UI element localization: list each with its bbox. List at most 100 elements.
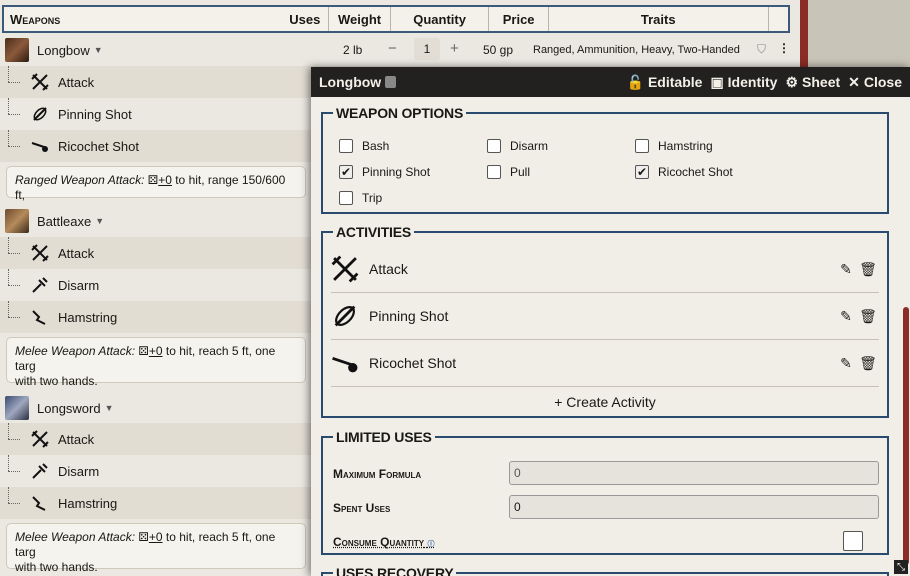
- ricochet-shot-icon: [332, 357, 358, 373]
- activity-item[interactable]: Attack ✎ 🗑: [331, 246, 879, 293]
- activity-name[interactable]: Ricochet Shot: [58, 139, 139, 154]
- editable-toggle[interactable]: 🔓 Editable: [627, 74, 703, 91]
- disarm-icon: [30, 461, 50, 481]
- activity-item[interactable]: Pinning Shot ✎ 🗑: [331, 293, 879, 340]
- consume-quantity-checkbox[interactable]: [843, 531, 863, 551]
- item-price: 50 gp: [483, 43, 514, 57]
- chevron-down-icon[interactable]: ▼: [105, 403, 114, 413]
- dice-icon[interactable]: ⚄: [148, 173, 158, 187]
- header-traits: Traits: [547, 7, 768, 31]
- option-label: Ricochet Shot: [658, 165, 733, 179]
- activity-name[interactable]: Hamstring: [58, 310, 117, 325]
- attack-bonus[interactable]: +0: [158, 173, 172, 187]
- dice-icon[interactable]: ⚄: [138, 344, 148, 358]
- dialog-scrollbar[interactable]: [903, 307, 909, 565]
- item-weight: 2 lb: [343, 43, 363, 57]
- pinning-shot-icon: [334, 305, 356, 327]
- chevron-down-icon[interactable]: ▼: [95, 216, 104, 226]
- identity-label: Identity: [727, 74, 778, 90]
- item-description: Ranged Weapon Attack: ⚄+0 to hit, range …: [6, 166, 306, 202]
- edit-icon[interactable]: ✎: [835, 308, 857, 325]
- option-pull[interactable]: Pull: [487, 165, 530, 179]
- item-name[interactable]: Longbow: [37, 43, 90, 58]
- quantity-decrease-button[interactable]: −: [388, 40, 397, 57]
- attack-details-line2: with two hands.: [15, 560, 98, 574]
- dialog-title: Longbow: [319, 74, 382, 90]
- activity-item[interactable]: Ricochet Shot ✎ 🗑: [331, 340, 879, 387]
- limited-uses-section: Limited Uses Maximum Formula 0 Spent Use…: [321, 429, 889, 555]
- max-formula-label: Maximum Formula: [333, 467, 422, 481]
- item-name[interactable]: Battleaxe: [37, 214, 91, 229]
- header-quantity: Quantity: [389, 7, 489, 31]
- consume-quantity-label: Consume Quantity ⓘ: [333, 535, 434, 549]
- edit-icon[interactable]: ✎: [835, 355, 857, 372]
- activity-name[interactable]: Pinning Shot: [58, 107, 132, 122]
- attack-type: Ranged Weapon Attack:: [15, 173, 145, 187]
- dialog-body: Weapon Options Bash Disarm Hamstring ✔ Pi…: [311, 97, 901, 576]
- activities-section: Activities Attack ✎ 🗑 Pinning Shot ✎ 🗑 R…: [321, 224, 889, 418]
- checkbox-checked[interactable]: ✔: [635, 165, 649, 179]
- dialog-titlebar[interactable]: Longbow 🔓 Editable ▣ Identity ⚙ Sheet ✕ Clos…: [311, 67, 910, 97]
- close-button[interactable]: ✕ Close: [848, 74, 902, 91]
- battleaxe-image[interactable]: [5, 209, 29, 233]
- max-formula-input[interactable]: 0: [509, 461, 879, 485]
- identity-button[interactable]: ▣ Identity: [710, 74, 777, 91]
- option-label: Disarm: [510, 139, 548, 153]
- gear-icon: ⚙: [785, 73, 799, 90]
- attack-bonus[interactable]: +0: [149, 530, 163, 544]
- activity-name[interactable]: Hamstring: [58, 496, 117, 511]
- attack-type: Melee Weapon Attack:: [15, 530, 136, 544]
- trash-icon[interactable]: 🗑: [857, 261, 879, 278]
- checkbox[interactable]: [487, 165, 501, 179]
- chevron-down-icon[interactable]: ▼: [94, 45, 103, 55]
- spent-uses-label: Spent Uses: [333, 501, 391, 515]
- trash-icon[interactable]: 🗑: [857, 355, 879, 372]
- help-icon[interactable]: ⓘ: [427, 538, 434, 549]
- option-label: Hamstring: [658, 139, 713, 153]
- checkbox-checked[interactable]: ✔: [339, 165, 353, 179]
- activity-name: Ricochet Shot: [369, 355, 457, 371]
- checkbox[interactable]: [487, 139, 501, 153]
- header-price: Price: [488, 7, 548, 31]
- dice-icon[interactable]: ⚄: [138, 530, 148, 544]
- activity-name[interactable]: Disarm: [58, 278, 99, 293]
- item-name[interactable]: Longsword: [37, 401, 101, 416]
- resize-handle-icon[interactable]: ⤡: [894, 560, 908, 574]
- longsword-image[interactable]: [5, 396, 29, 420]
- checkbox[interactable]: [635, 139, 649, 153]
- checkbox[interactable]: [339, 139, 353, 153]
- activity-name[interactable]: Attack: [58, 246, 94, 261]
- quantity-input[interactable]: 1: [414, 38, 440, 60]
- attack-bonus[interactable]: +0: [149, 344, 163, 358]
- activity-name[interactable]: Disarm: [58, 464, 99, 479]
- header-weapons: Weapons: [10, 11, 61, 27]
- shield-icon[interactable]: ⛉: [757, 42, 766, 57]
- activity-name[interactable]: Attack: [58, 75, 94, 90]
- close-label: Close: [863, 74, 902, 90]
- header-weight: Weight: [328, 7, 390, 31]
- option-ricochet-shot[interactable]: ✔ Ricochet Shot: [635, 165, 733, 179]
- checkbox[interactable]: [339, 191, 353, 205]
- sheet-button[interactable]: ⚙ Sheet: [785, 74, 840, 91]
- trash-icon[interactable]: 🗑: [857, 308, 879, 325]
- longbow-image[interactable]: [5, 38, 29, 62]
- item-description: Melee Weapon Attack: ⚄+0 to hit, reach 5…: [6, 523, 306, 574]
- option-disarm[interactable]: Disarm: [487, 139, 548, 153]
- option-bash[interactable]: Bash: [339, 139, 389, 153]
- plus-icon: +: [554, 394, 563, 410]
- option-hamstring[interactable]: Hamstring: [635, 139, 713, 153]
- document-id-icon[interactable]: [385, 76, 397, 88]
- activity-name: Attack: [369, 261, 408, 277]
- hamstring-icon: [30, 493, 50, 513]
- more-options-icon[interactable]: ⋮: [778, 41, 790, 55]
- option-trip[interactable]: Trip: [339, 191, 382, 205]
- item-description: Melee Weapon Attack: ⚄+0 to hit, reach 5…: [6, 337, 306, 388]
- create-activity-button[interactable]: + Create Activity: [323, 394, 887, 410]
- quantity-increase-button[interactable]: +: [450, 40, 459, 57]
- unlock-icon: 🔓: [626, 73, 644, 90]
- activity-name[interactable]: Attack: [58, 432, 94, 447]
- edit-icon[interactable]: ✎: [835, 261, 857, 278]
- option-pinning-shot[interactable]: ✔ Pinning Shot: [339, 165, 430, 179]
- spent-uses-input[interactable]: 0: [509, 495, 879, 519]
- uses-recovery-section: Uses Recovery: [321, 565, 889, 576]
